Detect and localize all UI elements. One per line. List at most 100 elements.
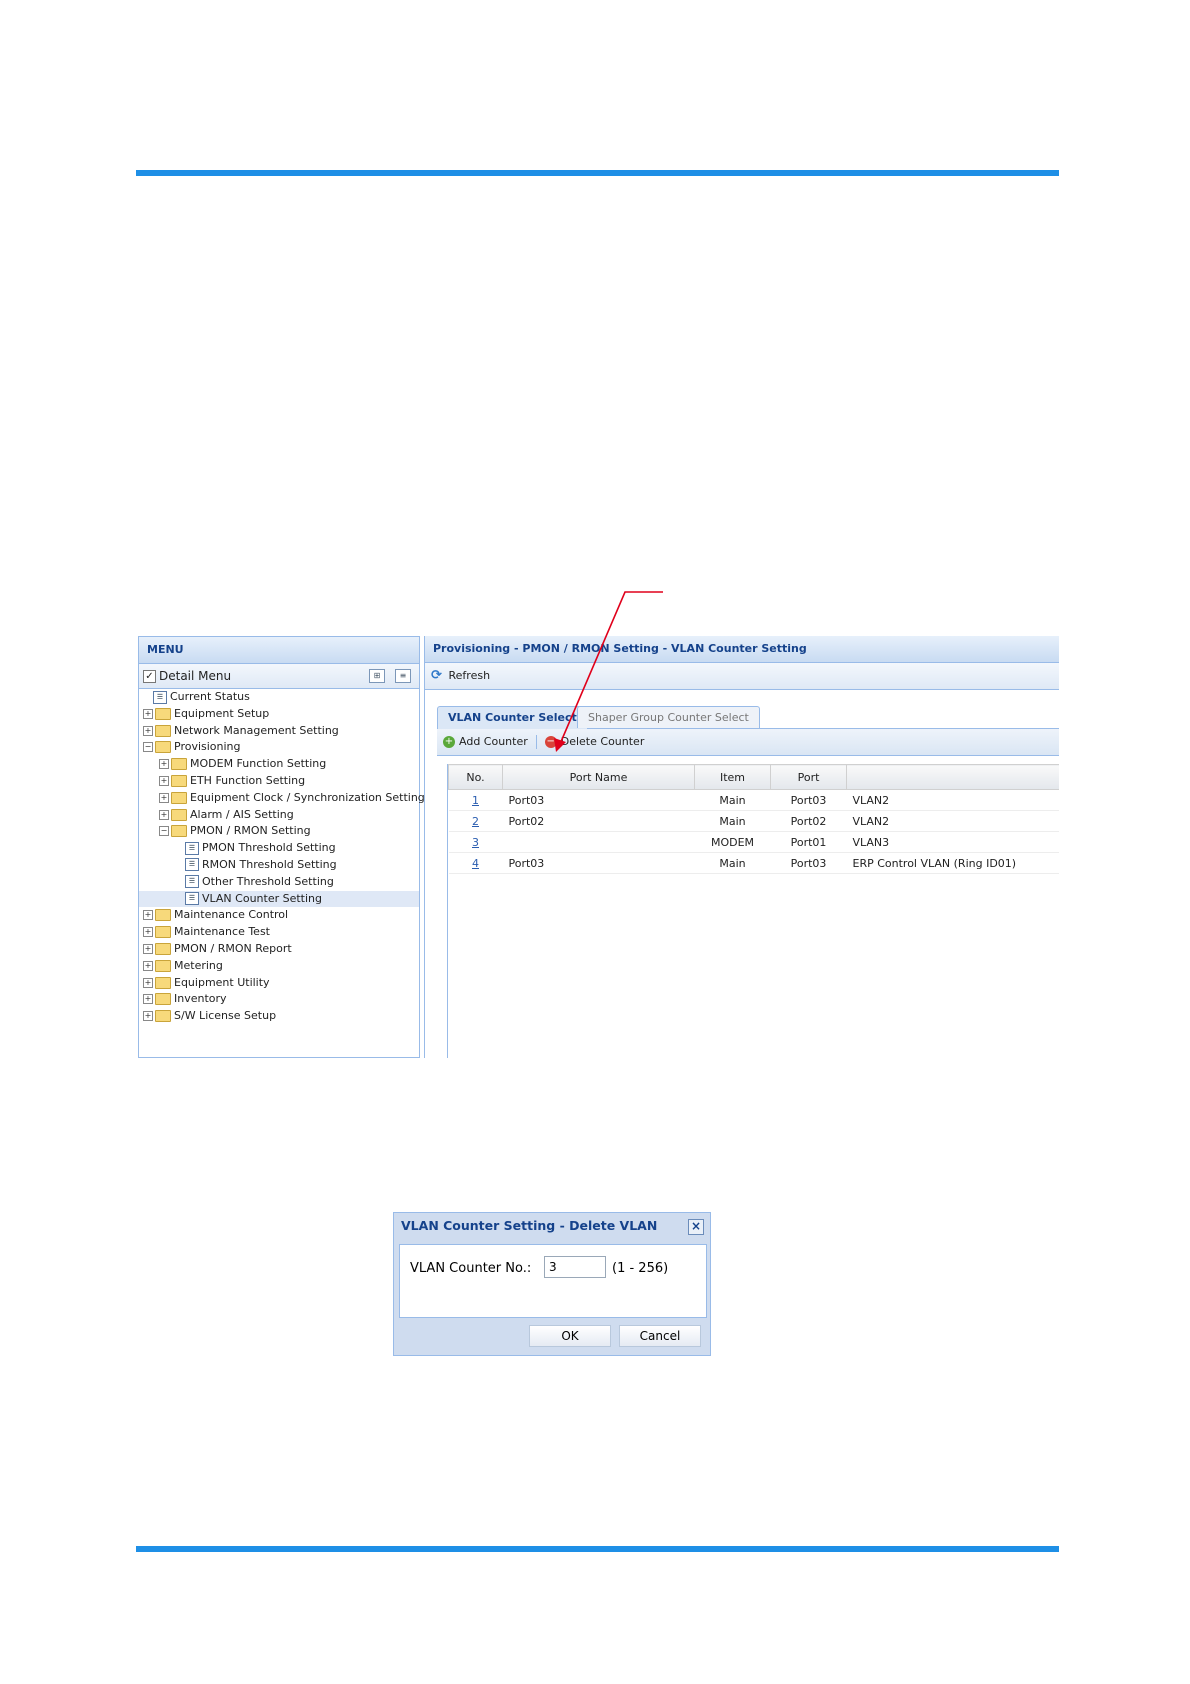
counter-table: No. Port Name Item Port 1 Port03 Main Port0…	[448, 764, 1059, 874]
menu-tree-item[interactable]: + S/W License Setup	[139, 1008, 419, 1025]
row-number-cell: 2	[448, 810, 503, 832]
menu-tree-item[interactable]: + PMON / RMON Report	[139, 941, 419, 958]
detail-menu-label: Detail Menu	[159, 669, 232, 683]
expand-all-icon[interactable]: ⊞	[369, 669, 385, 683]
folder-icon	[171, 791, 187, 804]
folder-icon	[155, 959, 171, 972]
folder-icon	[171, 774, 187, 787]
menu-tree-item[interactable]: + Metering	[139, 958, 419, 975]
close-icon[interactable]: ×	[688, 1219, 704, 1235]
item-cell: MODEM	[694, 831, 771, 853]
menu-tree-label: Network Management Setting	[174, 723, 339, 737]
folder-icon	[155, 926, 171, 939]
vlan-cell: ERP Control VLAN (Ring ID01)	[846, 852, 1059, 874]
table-row[interactable]: 2 Port02 Main Port02 VLAN2	[448, 810, 1059, 832]
column-header-item[interactable]: Item	[694, 764, 771, 790]
detail-menu-checkbox[interactable]: ✓	[143, 670, 156, 683]
add-counter-button[interactable]: + Add Counter	[437, 735, 528, 748]
tab-shaper-group-counter-select[interactable]: Shaper Group Counter Select	[577, 706, 760, 728]
menu-tree-item[interactable]: + ETH Function Setting	[139, 773, 419, 790]
menu-tree-item[interactable]: + Network Management Setting	[139, 723, 419, 740]
page-icon: ☰	[185, 841, 199, 855]
vlan-cell: VLAN3	[846, 831, 1059, 853]
expand-icon[interactable]: +	[143, 708, 153, 719]
menu-tree-item[interactable]: ☰ Current Status	[139, 689, 419, 706]
port-cell: Port01	[770, 831, 847, 853]
expand-icon[interactable]: +	[159, 809, 169, 820]
table-row[interactable]: 4 Port03 Main Port03 ERP Control VLAN (Ring …	[448, 852, 1059, 874]
menu-tree-item[interactable]: ☰ Other Threshold Setting	[139, 874, 419, 891]
table-row[interactable]: 1 Port03 Main Port03 VLAN2	[448, 789, 1059, 811]
menu-tree-item[interactable]: + Maintenance Test	[139, 924, 419, 941]
menu-tree-label: Maintenance Test	[174, 925, 270, 939]
expand-icon[interactable]: +	[143, 927, 153, 938]
table-row[interactable]: 3 MODEM Port01 VLAN3	[448, 831, 1059, 853]
expand-icon[interactable]: +	[143, 994, 153, 1005]
menu-tree-item[interactable]: + Equipment Utility	[139, 975, 419, 992]
menu-tree-label: RMON Threshold Setting	[202, 857, 337, 871]
menu-panel: MENU ✓ Detail Menu ⊞ ≡ ☰ Current Status + Eq…	[138, 636, 425, 1058]
tab-vlan-counter-select[interactable]: VLAN Counter Select	[437, 706, 588, 729]
menu-tree-item[interactable]: − PMON / RMON Setting	[139, 823, 419, 840]
row-number-link[interactable]: 1	[472, 794, 479, 807]
menu-tree-item[interactable]: ☰ PMON Threshold Setting	[139, 840, 419, 857]
row-number-link[interactable]: 3	[472, 836, 479, 849]
expand-icon[interactable]: +	[143, 977, 153, 988]
add-icon: +	[443, 736, 455, 748]
bottom-rule	[136, 1546, 1059, 1552]
port-cell: Port02	[770, 810, 847, 832]
column-header-port-name[interactable]: Port Name	[502, 764, 695, 790]
cancel-button[interactable]: Cancel	[619, 1325, 701, 1347]
menu-tree-label: PMON / RMON Report	[174, 941, 292, 955]
breadcrumb: Provisioning - PMON / RMON Setting - VLA…	[425, 636, 1059, 663]
menu-tree-label: Equipment Clock / Synchronization Settin…	[190, 790, 425, 804]
expand-icon[interactable]: +	[143, 910, 153, 921]
menu-tree-label: Inventory	[174, 992, 227, 1006]
row-number-link[interactable]: 2	[472, 815, 479, 828]
menu-tree-item[interactable]: ☰ VLAN Counter Setting	[139, 890, 419, 908]
expand-icon[interactable]: +	[143, 943, 153, 954]
menu-tree-label: ETH Function Setting	[190, 773, 306, 787]
menu-tree-label: Other Threshold Setting	[202, 874, 334, 888]
folder-icon	[155, 741, 171, 754]
page-icon: ☰	[185, 858, 199, 872]
ok-button[interactable]: OK	[529, 1325, 611, 1347]
main-toolbar: ⟳ Refresh	[425, 663, 1059, 690]
column-header-vlan[interactable]	[846, 764, 1059, 790]
collapse-icon[interactable]: −	[143, 742, 153, 753]
menu-tree-label: Current Status	[170, 690, 250, 703]
column-header-port[interactable]: Port	[770, 764, 847, 790]
folder-icon	[171, 758, 187, 771]
folder-icon	[155, 942, 171, 955]
main-panel: Provisioning - PMON / RMON Setting - VLA…	[424, 636, 1059, 1058]
vlan-counter-range: (1 - 256)	[612, 1261, 669, 1276]
expand-icon[interactable]: +	[143, 1011, 153, 1022]
menu-tree-item[interactable]: ☰ RMON Threshold Setting	[139, 857, 419, 874]
delete-icon: −	[544, 736, 557, 748]
expand-icon[interactable]: +	[159, 775, 169, 786]
expand-icon[interactable]: +	[159, 759, 169, 770]
toolbar-separator	[535, 735, 537, 749]
refresh-button[interactable]: ⟳ Refresh	[431, 669, 490, 682]
menu-tree-label: PMON Threshold Setting	[202, 841, 336, 855]
menu-tree-item[interactable]: + Maintenance Control	[139, 907, 419, 924]
item-cell: Main	[694, 852, 771, 874]
expand-icon[interactable]: +	[143, 960, 153, 971]
menu-tree-item[interactable]: − Provisioning	[139, 739, 419, 756]
menu-tree-item[interactable]: + Alarm / AIS Setting	[139, 807, 419, 824]
collapse-all-icon[interactable]: ≡	[395, 669, 411, 683]
row-number-link[interactable]: 4	[472, 857, 479, 870]
expand-icon[interactable]: +	[143, 725, 153, 736]
dialog-body: VLAN Counter No.: (1 - 256)	[399, 1244, 707, 1318]
collapse-icon[interactable]: −	[159, 826, 169, 837]
vlan-cell: VLAN2	[846, 789, 1059, 811]
menu-tree-item[interactable]: + Inventory	[139, 991, 419, 1008]
vlan-counter-no-input[interactable]	[544, 1256, 606, 1278]
column-header-no[interactable]: No.	[448, 764, 503, 790]
menu-tree-item[interactable]: + MODEM Function Setting	[139, 756, 419, 773]
refresh-label: Refresh	[448, 669, 491, 682]
delete-counter-button[interactable]: − Delete Counter	[544, 735, 644, 748]
expand-icon[interactable]: +	[159, 792, 169, 803]
menu-tree-item[interactable]: + Equipment Setup	[139, 706, 419, 723]
menu-tree-item[interactable]: + Equipment Clock / Synchronization Setti…	[139, 790, 425, 807]
